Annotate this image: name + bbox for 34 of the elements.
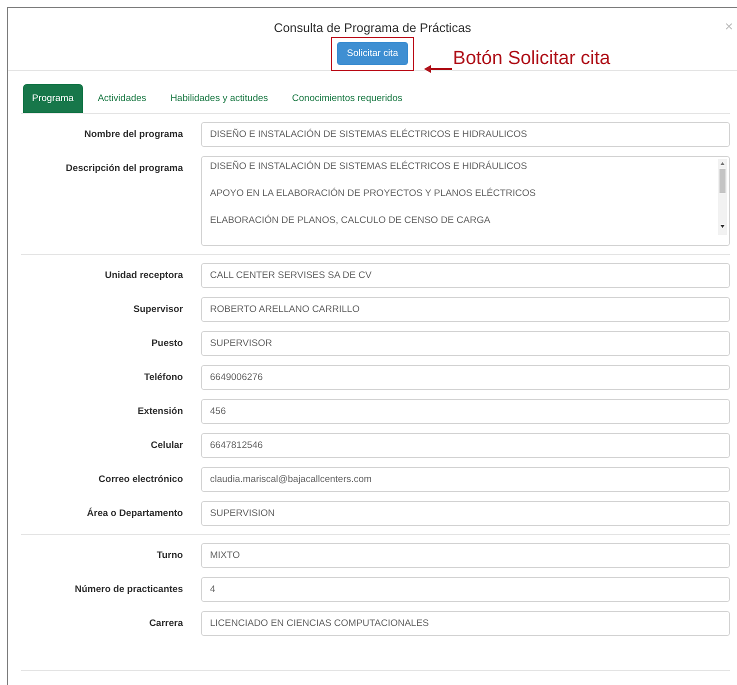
tab[interactable]: Actividades <box>88 84 156 113</box>
field-label: Área o Departamento <box>86 506 183 519</box>
field-label: Nombre del programa <box>83 128 183 140</box>
field-label: Teléfono <box>143 371 183 383</box>
input-field[interactable]: 456 <box>201 399 730 424</box>
field-label: Turno <box>156 549 183 561</box>
tab[interactable]: Conocimientos requeridos <box>283 84 412 113</box>
tab[interactable]: Programa <box>23 84 83 113</box>
input-field[interactable]: DISEÑO E INSTALACIÓN DE SISTEMAS ELÉCTRICOS E HIDRAULICOS <box>201 122 730 147</box>
input-field[interactable]: LICENCIADO EN CIENCIAS COMPUTACIONALES <box>201 611 730 636</box>
input-field[interactable]: 4 <box>201 577 730 602</box>
field-label: Correo electrónico <box>98 473 183 485</box>
annotation-label: Botón Solicitar cita <box>452 48 610 70</box>
field-label: Puesto <box>150 337 183 349</box>
modal-title: Consulta de Programa de Prácticas <box>274 21 472 35</box>
request-appointment-button[interactable]: Solicitar cita <box>336 42 408 65</box>
input-field[interactable]: ROBERTO ARELLANO CARRILLO <box>201 297 730 322</box>
field-label: Número de practicantes <box>74 583 183 595</box>
input-field[interactable]: SUPERVISION <box>201 501 730 526</box>
field-label: Descripción del programa <box>64 162 183 174</box>
field-label: Celular <box>150 439 183 451</box>
field-label: Supervisor <box>132 303 183 315</box>
input-field[interactable]: 6647812546 <box>201 433 730 458</box>
input-field[interactable]: claudia.mariscal@bajacallcenters.com <box>201 467 730 492</box>
textarea-field[interactable]: DISEÑO E INSTALACIÓN DE SISTEMAS ELÉCTRICOS E HIDRÁULICOS APOYO EN LA ELABORACIÓN DE PROYECTOS Y PLANOS ELÉCTRICOS ELABORACIÓN DE PLANOS, CALCULO DE CENSO DE CARGA <box>201 156 730 246</box>
field-label: Carrera <box>148 617 183 629</box>
input-field[interactable]: 6649006276 <box>201 365 730 390</box>
field-label: Unidad receptora <box>104 269 183 281</box>
field-label: Extensión <box>136 405 183 417</box>
arrow-icon <box>422 64 453 74</box>
tab[interactable]: Habilidades y actitudes <box>161 84 278 113</box>
input-field[interactable]: SUPERVISOR <box>201 331 730 356</box>
input-field[interactable]: CALL CENTER SERVISES SA DE CV <box>201 263 730 288</box>
input-field[interactable]: MIXTO <box>201 543 730 568</box>
